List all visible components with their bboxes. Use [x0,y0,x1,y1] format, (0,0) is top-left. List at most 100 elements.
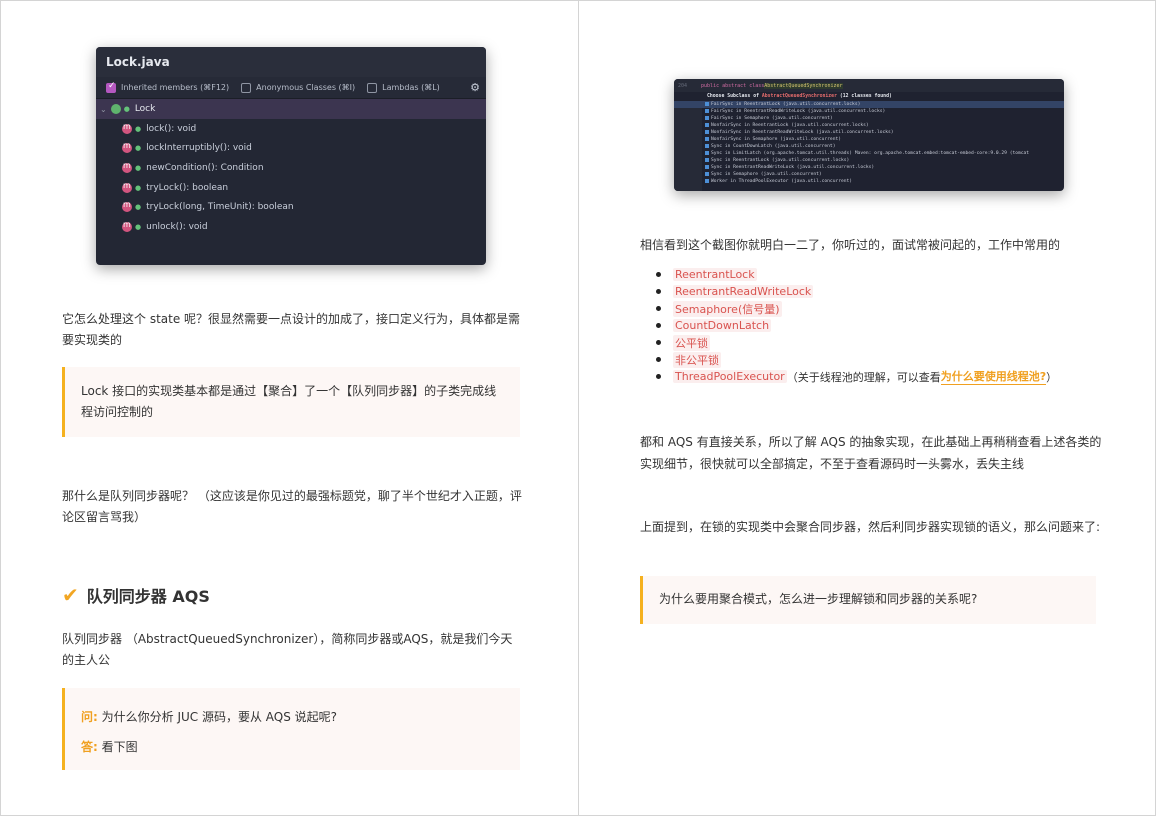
lock-icon: ● [135,124,142,133]
tree-root-label: Lock [134,104,156,114]
tree-method-item: ● lock(): void [96,119,486,139]
class-icon [705,136,709,141]
gear-icon: ⚙ [470,81,480,94]
code-class-name: AbstractQueuedSynchronizer [764,82,843,89]
code-line: 204 public abstract class AbstractQueued… [674,79,1064,92]
lock-icon: ● [135,203,142,212]
list-item-code: ReentrantLock [673,268,757,281]
option-label: Inherited members (⌘F12) [121,83,230,92]
method-label: tryLock(long, TimeUnit): boolean [146,202,294,213]
option-label: Anonymous Classes (⌘I) [256,83,356,92]
checkbox-icon [241,82,252,93]
list-item-tail: ） [1046,370,1058,384]
class-icon [705,143,709,148]
subclass-label: NonfairSync in Semaphore (java.util.conc… [711,137,841,142]
subclass-row: NonfairSync in Semaphore (java.util.conc… [674,136,1064,143]
option-lambdas: Lambdas (⌘L) [367,82,440,93]
subclass-row: Sync in ReentrantLock (java.util.concurr… [674,157,1064,164]
list-item: ReentrantLock [656,266,1057,283]
thread-pool-article-link[interactable]: 为什么要使用线程池? [940,368,1047,385]
subclass-label: Worker in ThreadPoolExecutor (java.util.… [711,179,853,184]
line-number: 204 [678,82,688,89]
right-page: 204 public abstract class AbstractQueued… [578,0,1156,816]
quote-lock-aggregation: Lock 接口的实现类基本都是通过【聚合】了一个【队列同步器】的子类完成线程访问… [62,367,520,437]
qa-answer: 答: 看下图 [81,732,504,762]
subclass-row: Worker in ThreadPoolExecutor (java.util.… [674,178,1064,185]
method-label: lockInterruptibly(): void [146,143,252,154]
subclass-label: Sync in ReentrantReadWriteLock (java.uti… [711,165,875,170]
lock-icon: ● [135,163,142,172]
class-icon [705,157,709,162]
chevron-down-icon: ⌄ [100,104,107,114]
subclass-label: FairSync in ReentrantLock (java.util.con… [711,102,861,107]
quote-aggregation-question: 为什么要用聚合模式，怎么进一步理解锁和同步器的关系呢? [640,576,1096,624]
list-item: 非公平锁 [656,351,1057,368]
checkbox-icon [106,81,116,93]
quote-text: Lock 接口的实现类基本都是通过【聚合】了一个【队列同步器】的子类完成线程访问… [81,384,497,419]
subclass-label: Sync in Semaphore (java.util.concurrent) [711,172,822,177]
lock-icon: ● [135,144,142,153]
subclass-label: FairSync in ReentrantReadWriteLock (java… [711,109,886,114]
popup-options-bar: Inherited members (⌘F12) Anonymous Class… [96,77,486,99]
section-heading: ✔ 队列同步器 AQS [62,583,210,607]
list-item: ThreadPoolExecutor （关于线程池的理解，可以查看 为什么要使用线… [656,368,1057,385]
subclass-row: FairSync in Semaphore (java.util.concurr… [674,115,1064,122]
list-item-code: 公平锁 [673,334,710,351]
paragraph-question-intro: 上面提到，在锁的实现类中会聚合同步器，然后利同步器实现锁的语义，那么问题来了: [640,520,1101,534]
option-anonymous-classes: Anonymous Classes (⌘I) [241,82,356,93]
list-item-text: （关于线程池的理解，可以查看 [786,370,941,384]
class-icon [705,115,709,120]
subclass-label: FairSync in Semaphore (java.util.concurr… [711,116,833,121]
bullet-icon [656,289,661,294]
bullet-icon [656,272,661,277]
method-icon [122,220,132,232]
popup-header: Choose Subclass of AbstractQueuedSynchro… [674,92,1064,101]
method-icon [122,122,132,134]
class-icon [705,171,709,176]
subclass-row: Sync in LimitLatch (org.apache.tomcat.ut… [674,150,1064,157]
subclass-row: Sync in Semaphore (java.util.concurrent) [674,171,1064,178]
subclass-list: FairSync in ReentrantLock (java.util.con… [674,101,1064,191]
class-icon [705,108,709,113]
paragraph-what-is-aqs: 那什么是队列同步器呢？ （这应该是你见过的最强标题党，聊了半个世纪才入正题，评论… [62,489,522,524]
header-suffix: (12 classes found) [836,94,892,99]
bullet-icon [656,306,661,311]
subclass-row: Sync in CountDownLatch (java.util.concur… [674,143,1064,150]
structure-popup-screenshot: Lock.java Inherited members (⌘F12) Anony… [96,47,486,265]
option-label: Lambdas (⌘L) [382,83,440,92]
method-icon [122,200,132,213]
code-keywords: public abstract class [701,82,765,89]
heading-text: 队列同步器 AQS [86,587,210,606]
class-icon [705,150,709,155]
bullet-icon [656,357,661,362]
list-item-code: ReentrantReadWriteLock [673,285,814,298]
paragraph-state: 它怎么处理这个 state 呢？很显然需要一点设计的加成了，接口定义行为，具体都… [62,312,521,347]
list-item: 公平锁 [656,334,1057,351]
header-class: AbstractQueuedSynchronizer [761,94,837,99]
answer-text: 看下图 [101,740,138,754]
left-page: Lock.java Inherited members (⌘F12) Anony… [0,0,579,816]
tree-root-lock: ⌄ ● Lock [96,99,486,119]
method-label: unlock(): void [146,221,208,232]
tree-method-item: ● tryLock(long, TimeUnit): boolean [96,197,486,217]
class-icon [705,164,709,169]
class-icon [705,178,709,183]
subclass-label: Sync in ReentrantLock (java.util.concurr… [711,158,850,163]
paragraph-aqs-relation: 都和 AQS 有直接关系，所以了解 AQS 的抽象实现，在此基础上再稍稍查看上述… [640,435,1102,471]
subclass-row: FairSync in ReentrantLock (java.util.con… [674,101,1064,108]
subclass-row: Sync in ReentrantReadWriteLock (java.uti… [674,164,1064,171]
quote-text: 为什么要用聚合模式，怎么进一步理解锁和同步器的关系呢? [659,592,978,606]
header-prefix: Choose Subclass of [707,94,762,99]
paragraph-screenshot-intro: 相信看到这个截图你就明白一二了，你听过的，面试常被问起的，工作中常用的 [640,238,1061,252]
method-icon [122,161,132,173]
popup-title: Lock.java [96,47,486,77]
method-label: lock(): void [146,123,197,134]
subclass-label: NonfairSync in ReentrantReadWriteLock (j… [711,130,894,135]
interface-icon [110,104,121,114]
method-label: newCondition(): Condition [146,162,264,173]
subclass-row: NonfairSync in ReentrantReadWriteLock (j… [674,129,1064,136]
method-icon [122,181,132,193]
list-item: ReentrantReadWriteLock [656,283,1057,300]
subclass-label: Sync in CountDownLatch (java.util.concur… [711,144,836,149]
tree-method-item: ● lockInterruptibly(): void [96,139,486,159]
